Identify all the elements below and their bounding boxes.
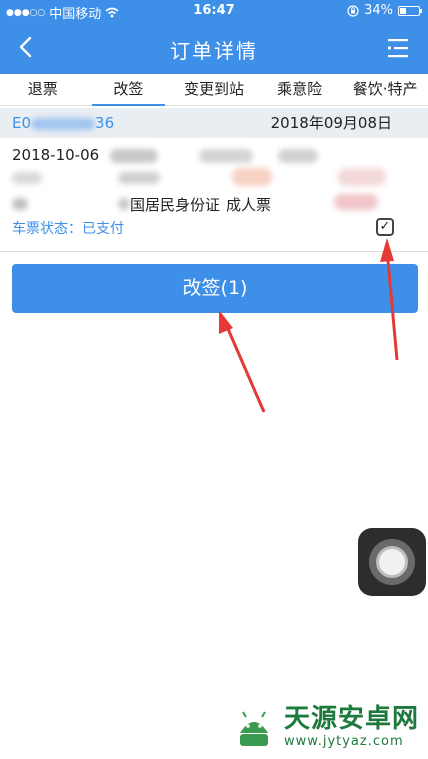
assistive-touch-button[interactable] — [358, 528, 426, 596]
site-watermark: 天源安卓网 www.jytyaz.com — [230, 705, 419, 749]
watermark-text: 天源安卓网 www.jytyaz.com — [284, 706, 419, 749]
watermark-name: 天源安卓网 — [284, 703, 420, 734]
annotation-arrows — [219, 238, 399, 413]
android-robot-icon — [240, 711, 268, 746]
arrow-to-checkbox — [380, 238, 399, 361]
arrow-to-change-button — [219, 310, 266, 413]
assistive-touch-icon — [376, 546, 408, 578]
watermark-url: www.jytyaz.com — [284, 733, 404, 749]
